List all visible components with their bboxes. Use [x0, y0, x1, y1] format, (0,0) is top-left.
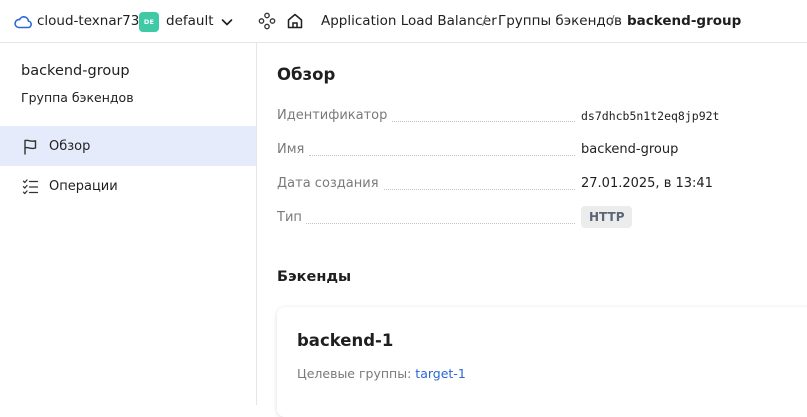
folder-badge: DE — [139, 12, 159, 32]
sidebar-item-operations[interactable]: Операции — [0, 166, 256, 206]
flag-icon — [24, 139, 37, 155]
overview-title: Обзор — [277, 65, 336, 84]
breadcrumb-backend-groups[interactable]: Группы бэкендов — [498, 13, 622, 29]
property-value-created: 27.01.2025, в 13:41 — [581, 176, 713, 191]
sidebar-item-label: Обзор — [49, 138, 91, 154]
target-groups-row: Целевые группы: target-1 — [297, 366, 466, 381]
sidebar-title: backend-group — [21, 63, 130, 79]
breadcrumb-alb[interactable]: Application Load Balancer — [321, 13, 497, 29]
cloud-name[interactable]: cloud-texnar737 — [37, 13, 148, 29]
backends-title: Бэкенды — [277, 269, 352, 285]
checklist-icon — [22, 178, 39, 194]
sidebar: backend-group Группа бэкендов Обзор Опер… — [0, 43, 257, 405]
main-content: Обзор Идентификатор ds7dhcb5n1t2eq8jp92t… — [257, 43, 807, 417]
sidebar-subtitle: Группа бэкендов — [21, 90, 134, 105]
type-badge: HTTP — [581, 206, 633, 228]
top-bar: cloud-texnar737 DE default Application L… — [0, 0, 807, 43]
backend-card: backend-1 Целевые группы: target-1 — [277, 307, 807, 417]
property-key: Идентификатор — [277, 108, 392, 123]
breadcrumb-separator: / — [482, 13, 487, 29]
dotted-leader — [381, 121, 575, 122]
property-row-id: Идентификатор ds7dhcb5n1t2eq8jp92t — [277, 108, 797, 128]
services-icon[interactable] — [258, 12, 276, 30]
property-value-name: backend-group — [581, 142, 679, 157]
property-row-name: Имя backend-group — [277, 142, 797, 162]
property-key: Тип — [277, 210, 306, 225]
breadcrumb-current: backend-group — [627, 13, 742, 29]
folder-name[interactable]: default — [166, 13, 214, 29]
dotted-leader — [304, 223, 575, 224]
target-groups-label: Целевые группы: — [297, 366, 412, 381]
property-row-created: Дата создания 27.01.2025, в 13:41 — [277, 176, 797, 196]
chevron-down-icon[interactable] — [219, 14, 235, 30]
property-key: Дата создания — [277, 176, 383, 191]
sidebar-item-label: Операции — [49, 178, 118, 194]
home-icon[interactable] — [286, 12, 304, 30]
backend-card-title: backend-1 — [297, 331, 394, 350]
cloud-icon — [14, 16, 32, 29]
sidebar-item-overview[interactable]: Обзор — [0, 126, 256, 166]
property-key: Имя — [277, 142, 309, 157]
dotted-leader — [309, 155, 575, 156]
property-value-id: ds7dhcb5n1t2eq8jp92t — [581, 109, 720, 123]
breadcrumb-separator: / — [610, 13, 615, 29]
target-group-link[interactable]: target-1 — [415, 366, 465, 381]
property-row-type: Тип HTTP — [277, 206, 797, 230]
dotted-leader — [373, 189, 575, 190]
